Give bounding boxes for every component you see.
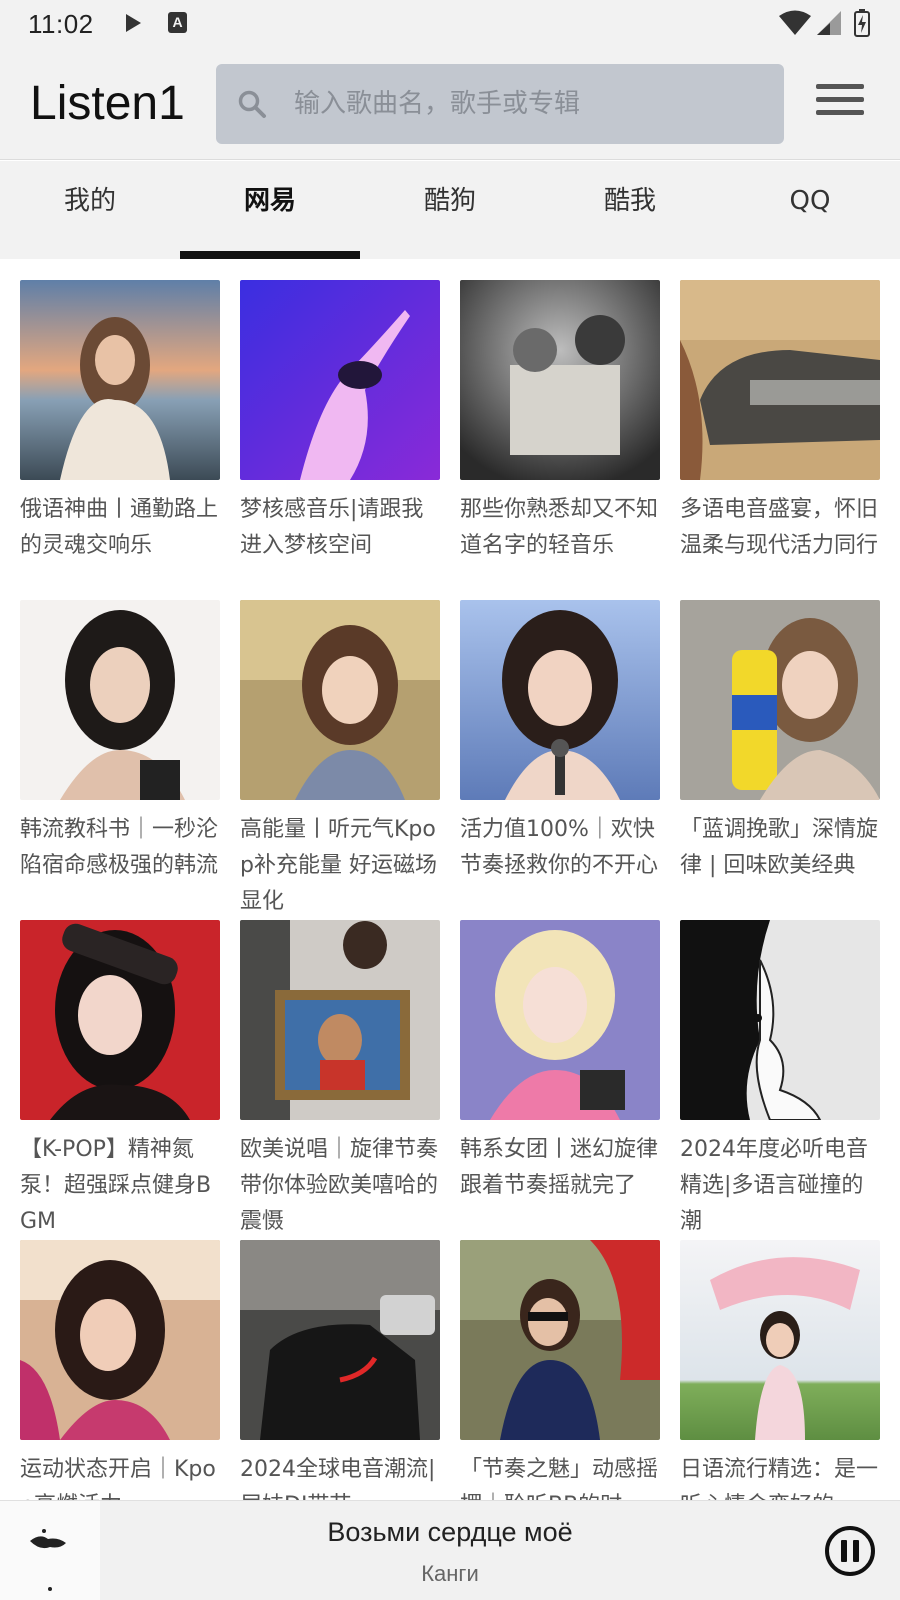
now-playing-cover[interactable] xyxy=(0,1501,100,1600)
playlist-cover[interactable] xyxy=(20,280,220,480)
playlist-cover[interactable] xyxy=(20,600,220,800)
playlist-title[interactable]: 梦核感音乐|请跟我进入梦核空间 xyxy=(240,492,440,564)
wifi-icon xyxy=(779,10,811,35)
now-playing-title: Возьми сердце моё xyxy=(327,1517,573,1547)
playlist-cover[interactable] xyxy=(20,1240,220,1440)
playlist-card[interactable]: 俄语神曲丨通勤路上的灵魂交响乐 xyxy=(20,280,220,564)
playlist-title[interactable]: 「节奏之魅」动感摇摆｜聆听BB的时 xyxy=(460,1452,660,1500)
tab-kuwo[interactable]: 酷我 xyxy=(540,161,720,259)
playlist-card[interactable]: 【K-POP】精神氮泵！超强踩点健身BGM xyxy=(20,920,220,1240)
playlist-cover[interactable] xyxy=(680,1240,880,1440)
playlist-cover[interactable] xyxy=(680,600,880,800)
media-playing-icon xyxy=(126,14,141,32)
now-playing-bar[interactable]: Возьми сердце моё Канги xyxy=(0,1500,900,1600)
app-header: Listen1 xyxy=(0,48,900,160)
playlist-card[interactable]: 活力值100%｜欢快节奏拯救你的不开心 xyxy=(460,600,660,884)
cell-signal-icon xyxy=(817,11,841,35)
source-tabs: 我的 网易 酷狗 酷我 QQ xyxy=(0,161,900,259)
status-bar: 11:02 A xyxy=(0,0,900,48)
battery-icon xyxy=(854,9,870,37)
playlist-cover[interactable] xyxy=(460,1240,660,1440)
playlist-card[interactable]: 运动状态开启｜Kpop高燃活力 xyxy=(20,1240,220,1500)
playlist-title[interactable]: 2024年度必听电音精选|多语言碰撞的潮 xyxy=(680,1132,880,1240)
playlist-cover[interactable] xyxy=(240,600,440,800)
playlist-card[interactable]: 「节奏之魅」动感摇摆｜聆听BB的时 xyxy=(460,1240,660,1500)
status-time: 11:02 xyxy=(28,9,94,39)
playlist-cover[interactable] xyxy=(680,920,880,1120)
tab-netease[interactable]: 网易 xyxy=(180,161,360,259)
playlist-card[interactable]: 2024年度必听电音精选|多语言碰撞的潮 xyxy=(680,920,880,1240)
playlist-title[interactable]: 2024全球电音潮流|居妹DJ带节 xyxy=(240,1452,440,1500)
search-input[interactable] xyxy=(294,64,764,144)
playlist-title[interactable]: 活力值100%｜欢快节奏拯救你的不开心 xyxy=(460,812,660,884)
tab-mine[interactable]: 我的 xyxy=(0,161,180,259)
search-icon xyxy=(238,90,266,118)
playlist-card[interactable]: 2024全球电音潮流|居妹DJ带节 xyxy=(240,1240,440,1500)
playlist-card[interactable]: 多语电音盛宴，怀旧温柔与现代活力同行 xyxy=(680,280,880,564)
playlist-card[interactable]: 高能量丨听元气Kpop补充能量 好运磁场显化 xyxy=(240,600,440,920)
playlist-cover[interactable] xyxy=(240,280,440,480)
playlist-cover[interactable] xyxy=(240,1240,440,1440)
playlist-title[interactable]: 那些你熟悉却又不知道名字的轻音乐 xyxy=(460,492,660,564)
playlist-card[interactable]: 梦核感音乐|请跟我进入梦核空间 xyxy=(240,280,440,564)
app-title: Listen1 xyxy=(30,77,185,130)
now-playing-artist: Канги xyxy=(421,1561,479,1586)
pause-circle-icon[interactable] xyxy=(824,1525,876,1577)
hamburger-menu-icon[interactable] xyxy=(816,84,864,124)
playlist-title[interactable]: 高能量丨听元气Kpop补充能量 好运磁场显化 xyxy=(240,812,440,920)
playlist-title[interactable]: 【K-POP】精神氮泵！超强踩点健身BGM xyxy=(20,1132,220,1240)
playlist-title[interactable]: 运动状态开启｜Kpop高燃活力 xyxy=(20,1452,220,1500)
playlist-title[interactable]: 日语流行精选：是一听心情会变好的 xyxy=(680,1452,880,1500)
playlist-title[interactable]: 「蓝调挽歌」深情旋律 | 回味欧美经典 xyxy=(680,812,880,884)
playlist-card[interactable]: 欧美说唱｜旋律节奏带你体验欧美嘻哈的震慑 xyxy=(240,920,440,1240)
playlist-title[interactable]: 韩流教科书｜一秒沦陷宿命感极强的韩流 xyxy=(20,812,220,884)
playlist-cover[interactable] xyxy=(460,280,660,480)
search-bar[interactable] xyxy=(216,64,784,144)
playlist-title[interactable]: 俄语神曲丨通勤路上的灵魂交响乐 xyxy=(20,492,220,564)
tab-kugou[interactable]: 酷狗 xyxy=(360,161,540,259)
playlist-title[interactable]: 欧美说唱｜旋律节奏带你体验欧美嘻哈的震慑 xyxy=(240,1132,440,1240)
playlist-cover[interactable] xyxy=(460,920,660,1120)
playlist-title[interactable]: 韩系女团丨迷幻旋律 跟着节奏摇就完了 xyxy=(460,1132,660,1204)
playlist-cover[interactable] xyxy=(20,920,220,1120)
tab-qq[interactable]: QQ xyxy=(720,161,900,259)
notification-a-icon: A xyxy=(168,12,187,33)
playlist-card[interactable]: 韩系女团丨迷幻旋律 跟着节奏摇就完了 xyxy=(460,920,660,1204)
playlist-cover[interactable] xyxy=(680,280,880,480)
playlist-grid: 俄语神曲丨通勤路上的灵魂交响乐 梦核感音乐|请跟我进入梦核空间 那些你熟悉却又不… xyxy=(20,280,900,1500)
playlist-title[interactable]: 多语电音盛宴，怀旧温柔与现代活力同行 xyxy=(680,492,880,564)
playlist-card[interactable]: 日语流行精选：是一听心情会变好的 xyxy=(680,1240,880,1500)
playlist-cover[interactable] xyxy=(240,920,440,1120)
playlist-card[interactable]: 「蓝调挽歌」深情旋律 | 回味欧美经典 xyxy=(680,600,880,884)
playlist-card[interactable]: 那些你熟悉却又不知道名字的轻音乐 xyxy=(460,280,660,564)
playlist-cover[interactable] xyxy=(460,600,660,800)
playlist-card[interactable]: 韩流教科书｜一秒沦陷宿命感极强的韩流 xyxy=(20,600,220,884)
